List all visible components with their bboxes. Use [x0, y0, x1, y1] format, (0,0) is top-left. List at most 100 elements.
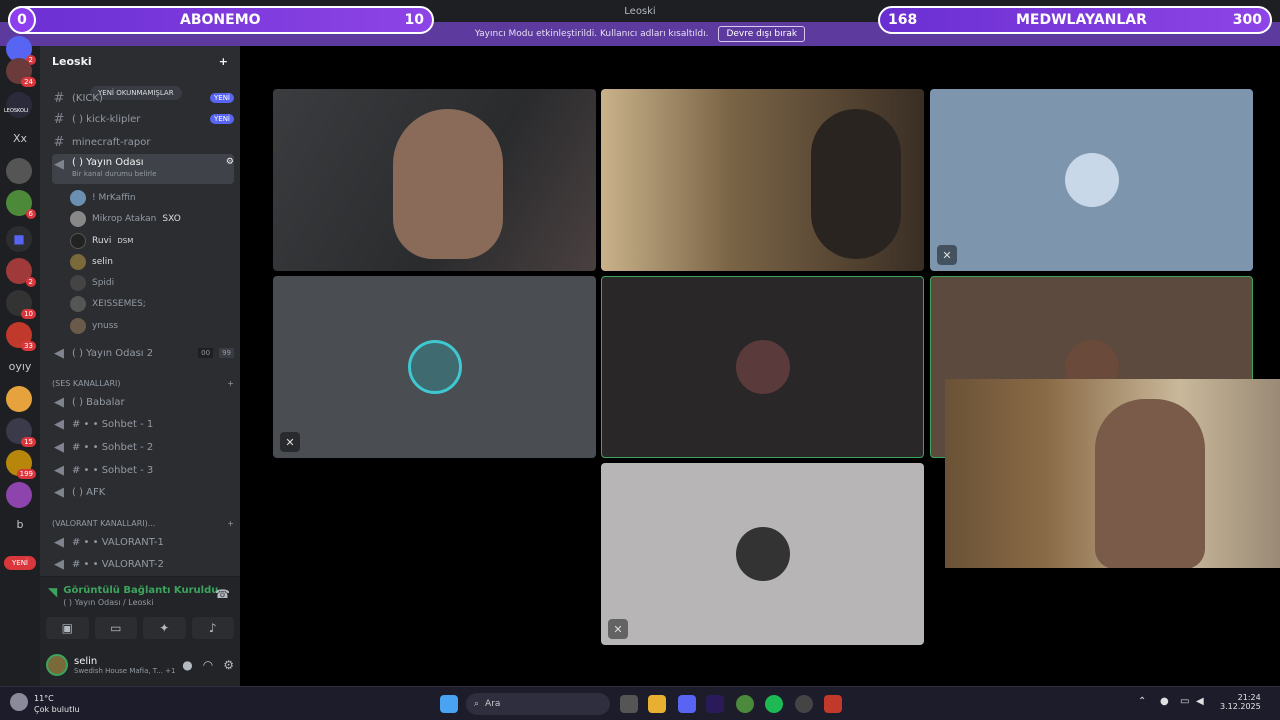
server-b[interactable]: b	[2, 518, 38, 531]
user-limit: 99	[219, 348, 234, 358]
user-avatar[interactable]	[46, 654, 68, 676]
server-icon[interactable]	[6, 158, 32, 184]
server-icon[interactable]: 6	[6, 190, 36, 219]
voice-channel-yayin-odasi-2[interactable]: ◀ ( ) Yayın Odası 2 00 99	[52, 343, 234, 363]
video-tile-avatar[interactable]: ✕	[601, 463, 924, 645]
microphone-tray-icon[interactable]: ●	[1160, 696, 1169, 707]
voice-member[interactable]: ! MrKaffin	[70, 188, 230, 208]
voice-member[interactable]: Ruvi DSM	[70, 231, 230, 251]
weather-icon[interactable]	[10, 693, 28, 711]
channel-partial[interactable]: # (KICK) YENİ	[52, 88, 234, 108]
server-xx[interactable]: Xx	[2, 132, 38, 145]
discord-app-icon[interactable]	[678, 695, 696, 713]
soundboard-button[interactable]: ♪	[191, 617, 234, 639]
voice-channel-afk[interactable]: ◀ ( ) AFK	[52, 482, 234, 502]
server-oyiy[interactable]: oyıy	[2, 360, 38, 373]
add-channel-icon[interactable]: +	[227, 519, 234, 528]
server-icon[interactable]: 33	[6, 322, 36, 351]
voice-channel-sohbet-1[interactable]: ◀ # • • Sohbet - 1	[52, 414, 234, 434]
voice-member[interactable]: XEISSEMES;	[70, 294, 230, 314]
add-channel-icon[interactable]: +	[227, 379, 234, 388]
guild-header[interactable]: Leoski +	[40, 46, 240, 76]
weather-desc: Çok bulutlu	[34, 705, 80, 714]
voice-channel-sohbet-2[interactable]: ◀ # • • Sohbet - 2	[52, 437, 234, 457]
channel-kick-klipler[interactable]: # ( ) kick-klipler YENİ	[52, 109, 234, 129]
disable-streamer-mode-button[interactable]: Devre dışı bırak	[718, 26, 806, 42]
video-tile-avatar[interactable]: ✕	[930, 89, 1253, 271]
server-icon[interactable]	[6, 482, 32, 508]
folder-icon[interactable]: ■	[6, 226, 32, 252]
signal-icon[interactable]: ◥	[48, 585, 57, 599]
server-icon[interactable]: 10	[6, 290, 36, 319]
server-icon[interactable]: 15	[6, 418, 36, 447]
speaker-icon: ◀	[54, 416, 64, 432]
search-placeholder: Ara	[485, 699, 501, 709]
voice-channel-sohbet-3[interactable]: ◀ # • • Sohbet - 3	[52, 460, 234, 480]
voice-member[interactable]: Mikrop Atakan SXO	[70, 209, 230, 229]
channel-label: ( ) Babalar	[72, 396, 125, 408]
windows-start-icon[interactable]	[440, 695, 458, 713]
channel-status[interactable]: Bir kanal durumu belirle	[72, 170, 156, 178]
spotify-icon[interactable]	[765, 695, 783, 713]
avatar	[70, 190, 86, 206]
voice-channel-valorant-2[interactable]: ◀ # • • VALORANT-2	[52, 554, 234, 574]
settings-gear-icon[interactable]: ⚙	[226, 157, 234, 167]
disconnect-icon[interactable]: ☎	[215, 587, 230, 601]
microphone-icon[interactable]: ●	[182, 658, 192, 672]
server-badge: 199	[16, 469, 36, 479]
category-ses-kanallari[interactable]: (SES KANALLARI) +	[52, 376, 234, 390]
server-icon[interactable]: 2	[6, 258, 36, 287]
voice-location[interactable]: ( ) Yayın Odası / Leoski	[63, 598, 218, 607]
voice-channel-yayin-odasi[interactable]: ◀ ( ) Yayın Odası Bir kanal durumu belirl…	[52, 154, 234, 184]
follower-goal-label: MEDWLAYANLAR	[1016, 12, 1147, 28]
premiere-icon[interactable]	[706, 695, 724, 713]
channel-label: ( ) kick-klipler	[72, 113, 141, 125]
server-icon[interactable]	[6, 386, 32, 412]
video-tile-camera[interactable]	[601, 89, 924, 271]
member-tag: SXO	[162, 214, 181, 224]
activity-extra: +1	[165, 666, 176, 675]
clock[interactable]: 21:24 3.12.2025	[1220, 693, 1261, 711]
guild-name: Leoski	[52, 54, 92, 68]
file-explorer-icon[interactable]	[648, 695, 666, 713]
member-name: Spidi	[92, 278, 115, 288]
voice-connection-panel: ◥ Görüntülü Bağlantı Kuruldu ( ) Yayın Od…	[40, 576, 240, 644]
voice-status-text: Görüntülü Bağlantı Kuruldu	[63, 585, 219, 596]
speaker-icon: ◀	[54, 484, 64, 500]
category-valorant-kanallari[interactable]: (VALORANT KANALLARI)... +	[52, 516, 234, 530]
voice-channel-valorant-1[interactable]: ◀ # • • VALORANT-1	[52, 532, 234, 552]
video-tile-avatar-speaking[interactable]	[601, 276, 924, 458]
voice-member[interactable]: selin	[70, 252, 230, 272]
steam-icon[interactable]	[795, 695, 813, 713]
follower-goal-target: 300	[1232, 12, 1262, 28]
camera-toggle-button[interactable]: ▣	[46, 617, 89, 639]
server-icon[interactable]: 24	[6, 58, 36, 87]
category-label: (SES KANALLARI)	[52, 378, 121, 388]
new-unread-badge[interactable]: YENİ	[4, 556, 36, 570]
speaker-icon: ◀	[54, 439, 64, 455]
voice-member[interactable]: Spidi	[70, 273, 230, 293]
voice-channel-babalar[interactable]: ◀ ( ) Babalar	[52, 392, 234, 412]
network-icon[interactable]: ▭	[1180, 696, 1189, 707]
taskbar-search[interactable]: ⌕ Ara	[466, 693, 610, 715]
screen-share-button[interactable]: ▭	[94, 617, 137, 639]
server-icon[interactable]: 199	[6, 450, 36, 479]
activities-button[interactable]: ✦	[143, 617, 186, 639]
user-activity: Swedish House Mafia, T...	[74, 666, 163, 675]
volume-icon[interactable]: ◀	[1196, 696, 1204, 707]
headphones-icon[interactable]: ◠	[203, 658, 213, 672]
tray-overflow-icon[interactable]: ⌃	[1138, 696, 1146, 707]
channel-minecraft-rapor[interactable]: # minecraft-rapor	[52, 132, 234, 152]
settings-gear-icon[interactable]: ⚙	[223, 658, 234, 672]
task-view-icon[interactable]	[620, 695, 638, 713]
voice-action-buttons: ▣ ▭ ✦ ♪	[46, 617, 234, 639]
video-tile-camera[interactable]	[273, 89, 596, 271]
server-leoskoli[interactable]: LEOSKOLI	[4, 92, 32, 118]
chrome-icon[interactable]	[736, 695, 754, 713]
avatar	[70, 254, 86, 270]
app-icon[interactable]	[824, 695, 842, 713]
video-tile-avatar[interactable]: ✕	[273, 276, 596, 458]
channel-label: ( ) Yayın Odası	[72, 157, 144, 168]
voice-member[interactable]: ynuss	[70, 316, 230, 336]
add-member-icon[interactable]: +	[219, 55, 228, 68]
